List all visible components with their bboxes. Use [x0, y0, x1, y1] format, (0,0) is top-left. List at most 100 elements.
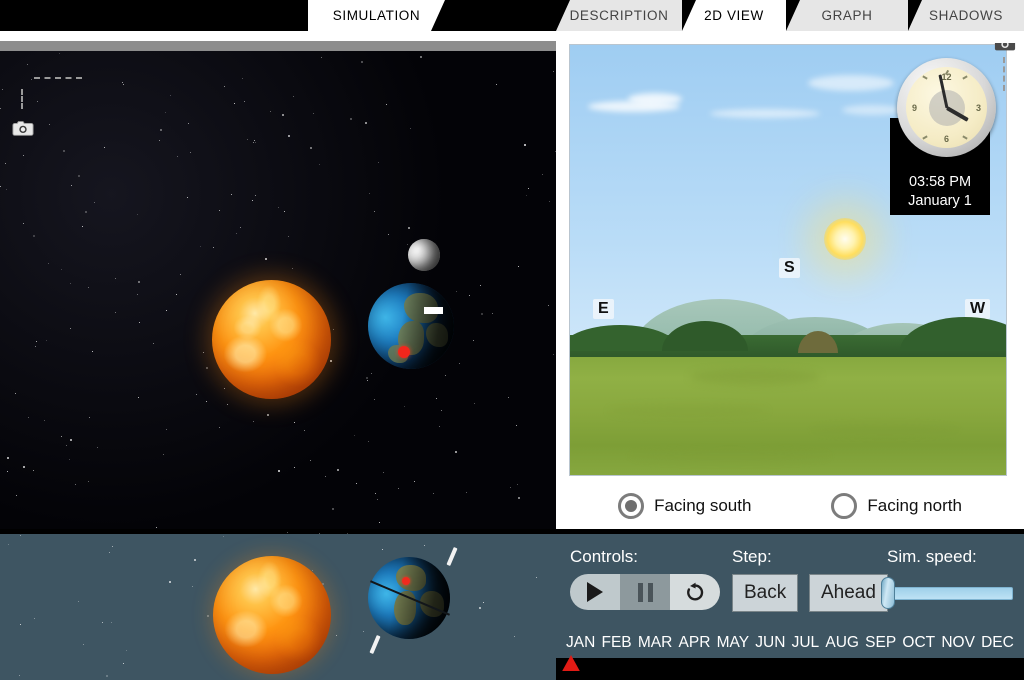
scroll-divider-bar[interactable]	[0, 41, 556, 51]
location-marker-zoomed[interactable]	[402, 577, 410, 585]
star	[207, 614, 210, 617]
sun-2d	[823, 217, 866, 260]
star	[361, 60, 364, 63]
star	[355, 482, 357, 484]
star	[241, 78, 243, 80]
star	[28, 416, 30, 418]
star	[374, 211, 376, 213]
star	[445, 374, 447, 376]
star	[335, 635, 337, 637]
tab-graph[interactable]: GRAPH	[786, 0, 908, 31]
tab-description[interactable]: DESCRIPTION	[556, 0, 682, 31]
radio-icon-selected[interactable]	[618, 493, 645, 519]
location-marker[interactable]	[398, 346, 410, 358]
star	[441, 409, 443, 411]
month-label: AUG	[825, 634, 859, 651]
star	[318, 533, 320, 535]
star	[369, 192, 371, 194]
sun-zoomed[interactable]	[213, 556, 331, 674]
slider-track[interactable]	[893, 587, 1013, 600]
cloud	[710, 109, 820, 118]
star	[23, 465, 26, 468]
radio-label: Facing south	[654, 496, 752, 515]
reset-button[interactable]	[670, 574, 720, 610]
star	[251, 200, 253, 202]
star	[166, 428, 168, 430]
clock-time: 03:58 PM	[908, 174, 972, 190]
star	[16, 494, 18, 496]
month-label: JAN	[566, 634, 596, 651]
star	[59, 52, 61, 54]
compass-south: S	[779, 258, 800, 278]
star	[7, 470, 9, 472]
sim-speed-slider[interactable]	[881, 574, 1014, 610]
star	[284, 210, 286, 212]
star	[66, 444, 68, 446]
star	[32, 469, 34, 471]
star	[114, 278, 116, 280]
sky-landscape-scene[interactable]: E S W 03:58 PM January 1 12 3 6 9	[569, 44, 1007, 476]
star	[312, 569, 313, 571]
star	[0, 108, 2, 110]
star	[188, 122, 190, 124]
radio-facing-north[interactable]: Facing north	[831, 493, 962, 519]
star	[200, 245, 202, 247]
star	[138, 321, 140, 323]
star	[473, 403, 475, 405]
star	[35, 346, 37, 348]
star	[378, 522, 380, 524]
cloud	[808, 75, 894, 91]
star	[373, 398, 375, 400]
camera-icon[interactable]	[10, 117, 36, 138]
star	[46, 339, 48, 341]
timeline-bar[interactable]	[556, 658, 1024, 671]
star	[165, 111, 167, 113]
star	[15, 393, 17, 395]
star	[346, 533, 348, 535]
star	[410, 128, 412, 130]
pause-button[interactable]	[620, 574, 670, 610]
star	[385, 103, 387, 105]
tab-2d-view[interactable]: 2D VIEW	[682, 0, 786, 31]
step-back-button[interactable]: Back	[732, 574, 799, 612]
star	[230, 193, 232, 195]
month-label: NOV	[941, 634, 975, 651]
bottom-black-strip	[556, 671, 1024, 680]
crop-guide-vertical	[1003, 57, 1005, 91]
moon-body[interactable]	[408, 239, 440, 271]
radio-icon-unselected[interactable]	[831, 493, 858, 519]
slider-knob[interactable]	[881, 577, 895, 609]
star	[509, 486, 511, 488]
star	[74, 483, 76, 485]
star	[19, 624, 21, 626]
analog-clock: 12 3 6 9	[897, 58, 996, 157]
star	[526, 195, 527, 197]
sun-body[interactable]	[212, 280, 331, 399]
tab-shadows[interactable]: SHADOWS	[908, 0, 1024, 31]
cloud	[628, 93, 682, 105]
space-view[interactable]	[0, 51, 556, 529]
star	[112, 545, 114, 547]
star	[85, 211, 88, 214]
star	[518, 265, 520, 267]
star	[552, 70, 554, 72]
panel-top-border	[556, 529, 1024, 534]
star	[205, 367, 208, 370]
star	[363, 630, 365, 632]
crop-guide-horizontal	[34, 77, 82, 79]
star	[87, 287, 89, 289]
star	[294, 466, 296, 468]
star	[397, 488, 399, 490]
star	[291, 268, 293, 270]
earth-body[interactable]	[368, 283, 454, 369]
star	[287, 134, 290, 137]
play-button[interactable]	[570, 574, 620, 610]
step-label: Step:	[732, 547, 772, 566]
radio-facing-south[interactable]: Facing south	[618, 493, 751, 519]
tab-simulation[interactable]: SIMULATION	[308, 0, 445, 31]
star	[48, 123, 50, 125]
step-ahead-button[interactable]: Ahead	[809, 574, 888, 612]
star	[277, 470, 280, 473]
star	[103, 146, 105, 148]
star	[234, 102, 236, 104]
